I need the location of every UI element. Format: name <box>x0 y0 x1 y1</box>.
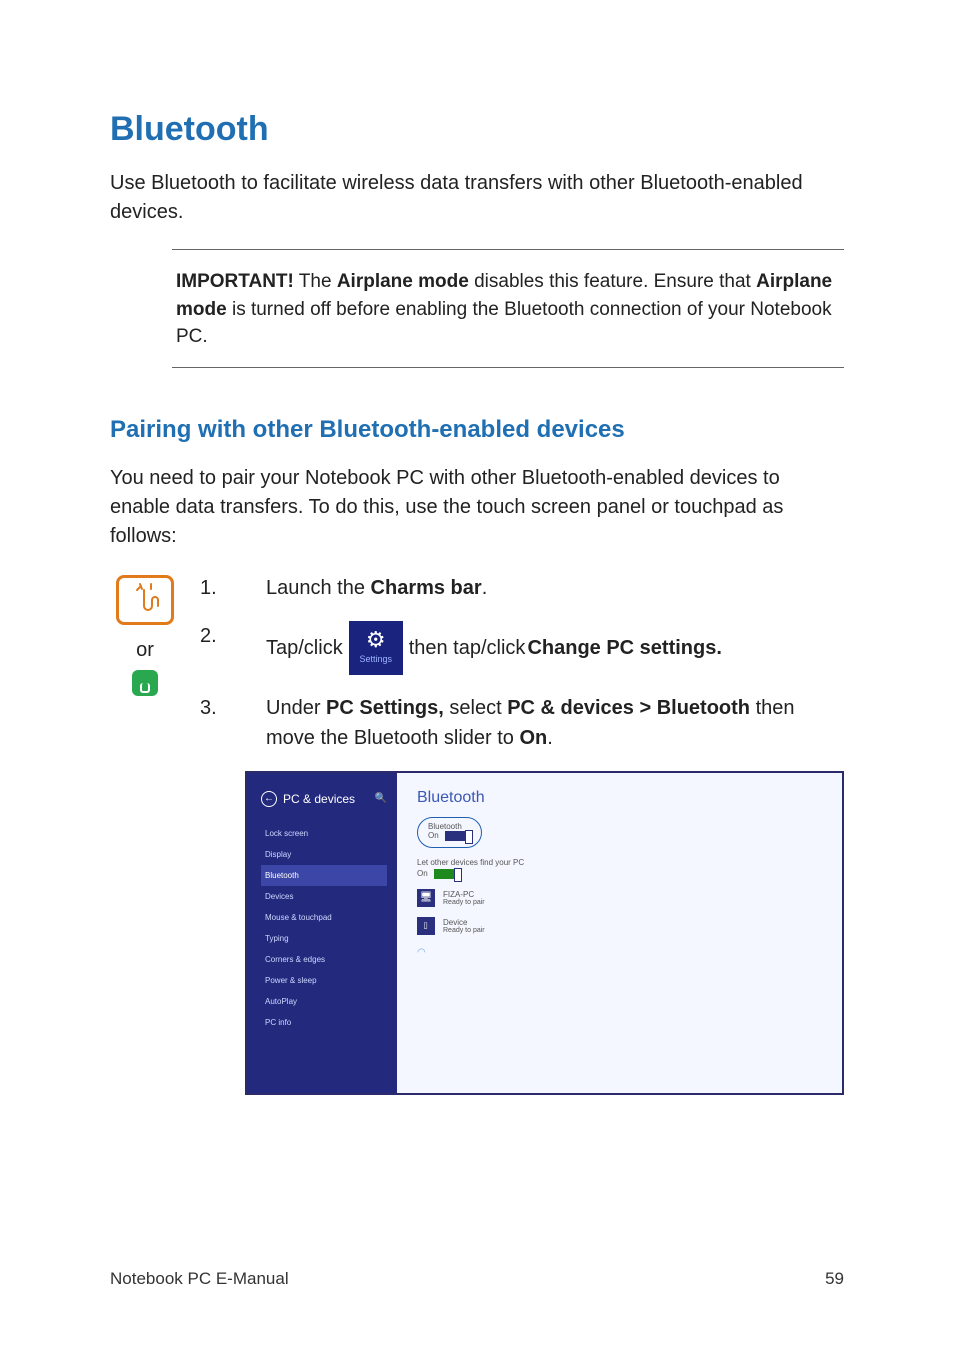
nav-corners-edges[interactable]: Corners & edges <box>261 949 387 970</box>
charms-bar-ref: Charms bar <box>371 577 482 599</box>
subsection-title: Pairing with other Bluetooth-enabled dev… <box>110 416 844 444</box>
device-row-1[interactable]: FIZA-PC Ready to pair <box>417 889 826 907</box>
nav-bluetooth[interactable]: Bluetooth <box>261 865 387 886</box>
screenshot-sidebar: ← PC & devices 🔍 Lock screen Display Blu… <box>247 773 397 1093</box>
device-row-2[interactable]: Device Ready to pair <box>417 917 826 935</box>
important-note: IMPORTANT! The Airplane mode disables th… <box>172 249 844 368</box>
device1-state: Ready to pair <box>443 899 485 906</box>
search-icon[interactable]: 🔍 <box>375 793 387 804</box>
important-seg2: disables this feature. Ensure that <box>469 271 756 292</box>
nav-power-sleep[interactable]: Power & sleep <box>261 970 387 991</box>
manual-page: Bluetooth Use Bluetooth to facilitate wi… <box>0 0 954 1345</box>
nav-typing[interactable]: Typing <box>261 928 387 949</box>
nav-lock-screen[interactable]: Lock screen <box>261 823 387 844</box>
step1-text-b: . <box>482 577 488 599</box>
device1-name: FIZA-PC <box>443 890 485 899</box>
change-pc-settings-ref: Change PC settings. <box>527 633 721 663</box>
screenshot-sidebar-header: ← PC & devices 🔍 <box>261 791 387 807</box>
steps-wrapper: or Launch the Charms bar. Tap/click ⚙ Se… <box>110 573 844 771</box>
footer-doc-title: Notebook PC E-Manual <box>110 1269 289 1289</box>
or-label: or <box>136 639 154 662</box>
page-footer: Notebook PC E-Manual 59 <box>110 1269 844 1289</box>
settings-charm-tile[interactable]: ⚙ Settings <box>349 621 403 675</box>
footer-page-number: 59 <box>825 1269 844 1289</box>
step-1: Launch the Charms bar. <box>200 573 844 603</box>
pc-devices-bluetooth-ref: PC & devices > Bluetooth <box>507 697 750 719</box>
gear-icon: ⚙ <box>366 629 386 651</box>
step3-text-d: . <box>547 727 553 749</box>
step-2: Tap/click ⚙ Settings then tap/click Chan… <box>200 621 844 675</box>
sidebar-nav-list: Lock screen Display Bluetooth Devices Mo… <box>261 823 387 1033</box>
step2-text-a: Tap/click <box>266 633 343 663</box>
on-ref: On <box>519 727 547 749</box>
bluetooth-toggle[interactable] <box>445 831 471 841</box>
pc-settings-screenshot: ← PC & devices 🔍 Lock screen Display Blu… <box>245 771 844 1095</box>
pc-device-icon <box>417 889 435 907</box>
nav-autoplay[interactable]: AutoPlay <box>261 991 387 1012</box>
device2-state: Ready to pair <box>443 927 485 934</box>
phone-device-icon <box>417 917 435 935</box>
sidebar-title: PC & devices <box>283 792 355 806</box>
screenshot-content-title: Bluetooth <box>417 789 826 807</box>
searching-spinner-icon: ◠ <box>417 947 826 958</box>
back-icon[interactable]: ← <box>261 791 277 807</box>
step3-text-a: Under <box>266 697 326 719</box>
pc-settings-ref: PC Settings, <box>326 697 444 719</box>
touchscreen-icon <box>116 575 174 625</box>
nav-mouse-touchpad[interactable]: Mouse & touchpad <box>261 907 387 928</box>
input-method-icons: or <box>110 573 180 696</box>
discoverable-label: Let other devices find your PC <box>417 858 826 867</box>
ordered-steps: Launch the Charms bar. Tap/click ⚙ Setti… <box>200 573 844 753</box>
nav-pc-info[interactable]: PC info <box>261 1012 387 1033</box>
step1-text-a: Launch the <box>266 577 371 599</box>
discoverable-toggle[interactable] <box>434 869 460 879</box>
pairing-intro: You need to pair your Notebook PC with o… <box>110 464 830 551</box>
screenshot-content: Bluetooth Bluetooth On Let other devices… <box>397 773 842 1093</box>
intro-paragraph: Use Bluetooth to facilitate wireless dat… <box>110 169 830 227</box>
device2-name: Device <box>443 918 485 927</box>
callout-state: On <box>428 831 439 840</box>
settings-tile-label: Settings <box>359 653 392 667</box>
nav-devices[interactable]: Devices <box>261 886 387 907</box>
airplane-mode-ref-1: Airplane mode <box>337 271 469 292</box>
important-label: IMPORTANT! <box>176 271 294 292</box>
touchpad-icon <box>132 670 158 696</box>
bluetooth-toggle-callout: Bluetooth On <box>417 817 482 848</box>
step-3: Under PC Settings, select PC & devices >… <box>200 693 844 753</box>
page-title: Bluetooth <box>110 110 844 149</box>
step3-text-b: select <box>444 697 507 719</box>
nav-display[interactable]: Display <box>261 844 387 865</box>
step2-text-b: then tap/click <box>409 633 526 663</box>
steps-column: Launch the Charms bar. Tap/click ⚙ Setti… <box>200 573 844 771</box>
discoverable-state: On <box>417 869 428 878</box>
important-seg1: The <box>294 271 337 292</box>
important-seg3: is turned off before enabling the Blueto… <box>176 299 832 348</box>
